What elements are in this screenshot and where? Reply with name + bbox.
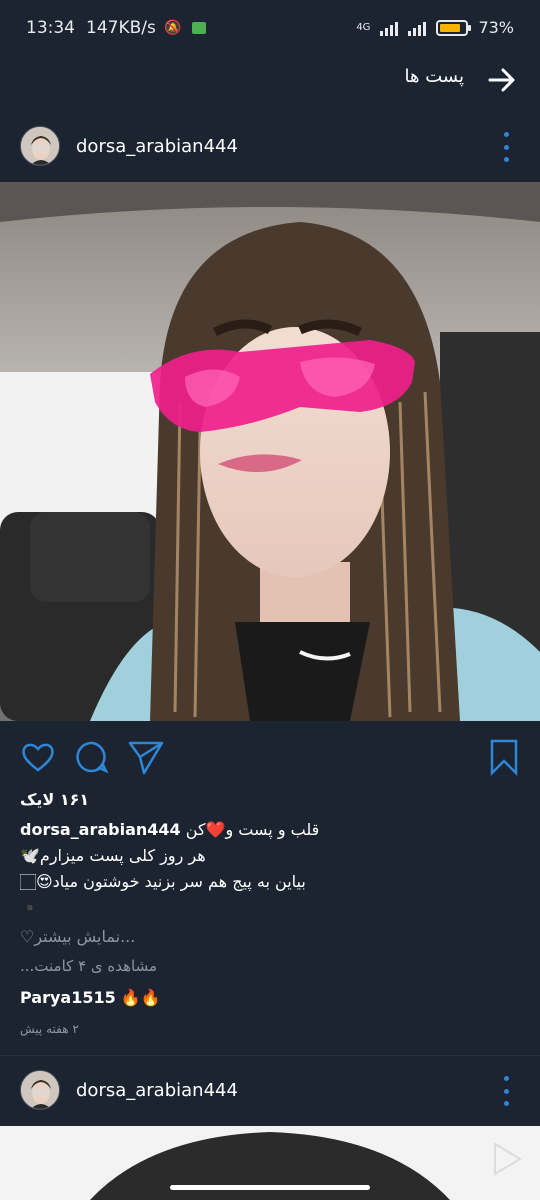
- post-header: dorsa_arabian444: [0, 114, 540, 182]
- view-comments-link[interactable]: مشاهده ی ۴ کامنت...: [20, 957, 520, 975]
- mute-icon: 🔕: [164, 20, 182, 36]
- show-more-link[interactable]: ...نمایش بیشتر♡: [20, 927, 520, 946]
- caption-line-4: ▪️: [20, 898, 40, 917]
- network-label: 4G: [356, 22, 371, 33]
- back-arrow-icon[interactable]: [486, 64, 518, 96]
- like-count[interactable]: ۱۶۱ لایک: [20, 790, 89, 809]
- comment-username[interactable]: Parya1515: [20, 988, 116, 1007]
- next-post-username[interactable]: dorsa_arabian444: [76, 1080, 238, 1101]
- caption-line-1: dorsa_arabian444 قلب و پست و❤️کن: [20, 820, 520, 839]
- next-more-options-icon[interactable]: [496, 1076, 516, 1106]
- caption-username[interactable]: dorsa_arabian444: [20, 820, 181, 839]
- page-title: پست ها: [404, 66, 464, 87]
- divider: [0, 1055, 540, 1056]
- post-actions: [0, 737, 540, 781]
- status-right: 4G 73%: [356, 18, 514, 37]
- share-send-icon[interactable]: [126, 737, 166, 777]
- comment-text: 🔥🔥: [120, 988, 161, 1007]
- post-time: ۲ هفته پیش: [20, 1022, 79, 1036]
- comment-row: Parya1515 🔥🔥: [20, 988, 520, 1007]
- signal-icon: [380, 20, 399, 36]
- notification-icon: [192, 22, 206, 34]
- next-avatar[interactable]: [20, 1070, 60, 1110]
- comment-icon[interactable]: [72, 737, 112, 777]
- caption-line-2: هر روز کلی پست میزارم🕊️: [20, 846, 206, 865]
- more-options-icon[interactable]: [496, 132, 516, 162]
- bookmark-icon[interactable]: [484, 737, 524, 777]
- battery-percent: 73%: [478, 18, 514, 37]
- signal-icon-2: [408, 20, 427, 36]
- post-username[interactable]: dorsa_arabian444: [76, 136, 238, 157]
- avatar[interactable]: [20, 126, 60, 166]
- caption-line-3: بیاین به پیج هم سر بزنید خوشتون میاد😍🏻: [20, 872, 306, 891]
- like-heart-icon[interactable]: [18, 737, 58, 777]
- next-post-header: dorsa_arabian444: [0, 1058, 540, 1126]
- status-time: 13:34: [26, 18, 75, 38]
- app-bar: پست ها: [0, 60, 540, 112]
- caption-text-1: قلب و پست و❤️کن: [185, 820, 320, 839]
- status-bar: 13:34 147KB/s 🔕 4G 73%: [0, 0, 540, 60]
- gesture-nav-bar[interactable]: [170, 1185, 370, 1190]
- status-speed: 147KB/s: [86, 18, 156, 38]
- post-image[interactable]: [0, 182, 540, 721]
- battery-icon: [436, 19, 472, 36]
